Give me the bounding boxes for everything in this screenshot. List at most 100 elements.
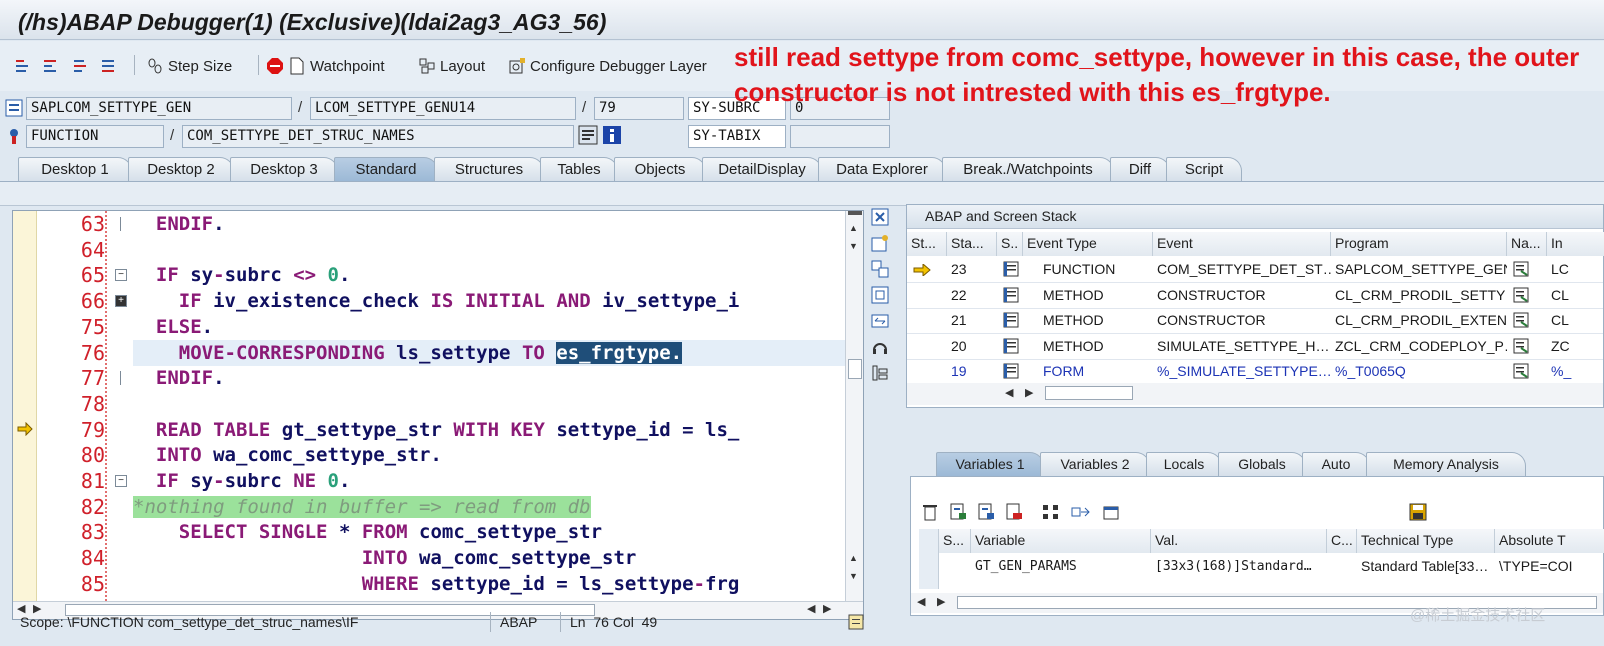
tab-structures[interactable]: Structures	[434, 157, 544, 181]
notes-icon[interactable]	[848, 614, 864, 633]
stack-row[interactable]: 20 METHOD SIMULATE_SETTYPE_H… ZCL_CRM_CODEP…	[907, 334, 1603, 359]
variables-column-header[interactable]: Variable	[971, 529, 1151, 553]
scroll-down-arrow-icon[interactable]: ▼	[849, 241, 858, 251]
save-icon[interactable]	[1409, 503, 1427, 524]
navigate-source-icon[interactable]	[1513, 287, 1531, 306]
scroll-right-arrow-icon[interactable]: ▶	[937, 595, 945, 608]
tab-script[interactable]: Script	[1166, 157, 1242, 181]
step-into-button[interactable]	[14, 55, 32, 77]
new-window-icon[interactable]	[1101, 503, 1121, 524]
variables-column-header[interactable]: Absolute T	[1495, 529, 1604, 553]
settings-tool-button[interactable]	[870, 363, 890, 383]
scroll-up-arrow-icon[interactable]: ▲	[849, 223, 858, 233]
variables-column-header[interactable]: Val.	[1151, 529, 1327, 553]
stack-column-header[interactable]: Event Type	[1023, 232, 1153, 256]
watchpoint-button[interactable]: Watchpoint	[266, 55, 384, 77]
editor-vertical-scrollbar[interactable]: ▲ ▼ ▲ ▼	[845, 211, 863, 601]
navigate-source-icon[interactable]	[1513, 363, 1531, 382]
scroll-left-arrow-icon[interactable]: ◀	[917, 595, 925, 608]
variables-row[interactable]: GT_GEN_PARAMS [33x3(168)]Standard… Standar…	[939, 554, 1603, 579]
include-field[interactable]: LCOM_SETTYPE_GENU14	[310, 97, 576, 120]
tab-detaildisplay[interactable]: DetailDisplay	[702, 157, 822, 181]
execute-button[interactable]	[42, 55, 60, 77]
continue-button[interactable]	[100, 55, 118, 77]
stack-column-header[interactable]: Program	[1331, 232, 1507, 256]
stack-row[interactable]: 22 METHOD CONSTRUCTOR CL_CRM_PRODIL_SETTY… C…	[907, 283, 1603, 308]
vartab-auto[interactable]: Auto	[1302, 452, 1370, 476]
tab-data-explorer[interactable]: Data Explorer	[818, 157, 946, 181]
tab-objects[interactable]: Objects	[614, 157, 706, 181]
import-icon[interactable]	[977, 503, 995, 524]
code-line[interactable]: 79 READ TABLE gt_settype_str WITH KEY se…	[13, 417, 847, 443]
vartab-variables-2[interactable]: Variables 2	[1040, 452, 1150, 476]
variables-column-header[interactable]: S...	[939, 529, 971, 553]
stack-column-header[interactable]: Sta...	[947, 232, 997, 256]
line-field[interactable]: 79	[594, 97, 684, 120]
code-line[interactable]: 75 ELSE.	[13, 314, 847, 340]
expand-icon[interactable]: +	[115, 295, 127, 308]
stack-row[interactable]: 23 FUNCTION COM_SETTYPE_DET_ST… SAPLCOM_SET…	[907, 257, 1603, 282]
stack-column-header[interactable]: In	[1547, 232, 1604, 256]
layout-button[interactable]: Layout	[418, 55, 485, 77]
horizontal-scroll-thumb[interactable]	[1045, 386, 1133, 400]
scroll-left-arrow-icon[interactable]: ◀	[1005, 386, 1013, 399]
collapse-icon[interactable]: −	[115, 475, 127, 487]
step-size-button[interactable]: Step Size	[146, 55, 232, 77]
row-selector-column[interactable]	[919, 529, 939, 589]
tab-break-watchpoints[interactable]: Break./Watchpoints	[942, 157, 1114, 181]
code-line[interactable]: 83 SELECT SINGLE * FROM comc_settype_str	[13, 519, 847, 545]
code-line[interactable]: 80 INTO wa_comc_settype_str.	[13, 442, 847, 468]
code-line[interactable]: 81 IF sy-subrc NE 0. −	[13, 468, 847, 494]
tab-desktop-3[interactable]: Desktop 3	[230, 157, 338, 181]
scroll-thumb[interactable]	[848, 359, 862, 379]
services-tool-button[interactable]	[870, 337, 890, 357]
code-line[interactable]: 66 IF iv_existence_check IS INITIAL AND …	[13, 288, 847, 314]
close-tool-button[interactable]	[870, 207, 890, 227]
tab-tables[interactable]: Tables	[540, 157, 618, 181]
stack-horizontal-scrollbar[interactable]: ◀ ▶	[907, 383, 1603, 405]
hierarchy-icon[interactable]	[1041, 503, 1061, 524]
navigate-source-icon[interactable]	[1513, 261, 1531, 280]
stack-row[interactable]: 21 METHOD CONSTRUCTOR CL_CRM_PRODIL_EXTEN… C…	[907, 308, 1603, 333]
collapse-icon[interactable]: −	[115, 269, 127, 282]
event-field[interactable]: COM_SETTYPE_DET_STRUC_NAMES	[182, 125, 574, 148]
vartab-globals[interactable]: Globals	[1218, 452, 1306, 476]
scroll-up-arrow-icon[interactable]: ▲	[849, 553, 858, 563]
navigate-source-icon[interactable]	[1513, 338, 1531, 357]
info-icon[interactable]	[602, 125, 622, 148]
new-tool-button[interactable]	[870, 233, 890, 253]
scroll-down-arrow-icon[interactable]: ▼	[849, 571, 858, 581]
vartab-memory-analysis[interactable]: Memory Analysis	[1366, 452, 1526, 476]
stack-column-header[interactable]: S..	[997, 232, 1023, 256]
code-line[interactable]: 77 ENDIF.	[13, 365, 847, 391]
vartab-variables-1[interactable]: Variables 1	[936, 452, 1044, 476]
code-line[interactable]: 76 MOVE-CORRESPONDING ls_settype TO es_f…	[13, 339, 847, 366]
delete-icon[interactable]	[921, 503, 939, 524]
stack-column-header[interactable]: Na...	[1507, 232, 1547, 256]
code-line[interactable]: 82 *nothing found in buffer => read from …	[13, 494, 847, 520]
display-source-button[interactable]	[578, 125, 598, 148]
swap-tool-button[interactable]	[870, 311, 890, 331]
navigate-icon[interactable]	[1071, 503, 1091, 524]
variables-column-header[interactable]: Technical Type	[1357, 529, 1495, 553]
variables-column-header[interactable]: C...	[1327, 529, 1357, 553]
vartab-locals[interactable]: Locals	[1146, 452, 1222, 476]
scroll-right-arrow-icon[interactable]: ▶	[1025, 386, 1033, 399]
return-button[interactable]	[72, 55, 90, 77]
code-line[interactable]: 64	[13, 237, 847, 263]
event-type-field[interactable]: FUNCTION	[26, 125, 164, 148]
stack-column-header[interactable]: Event	[1153, 232, 1331, 256]
clear-icon[interactable]	[1005, 503, 1023, 524]
stack-row[interactable]: 19 FORM %_SIMULATE_SETTYPE… %_T0065Q %_	[907, 359, 1603, 384]
export-icon[interactable]	[949, 503, 967, 524]
source-code-editor[interactable]: 63 ENDIF. 64 65 IF sy-subrc <> 0. −66 IF iv…	[12, 210, 864, 620]
tab-desktop-2[interactable]: Desktop 2	[128, 157, 234, 181]
code-line[interactable]: 78	[13, 391, 847, 417]
code-line[interactable]: 63 ENDIF.	[13, 211, 847, 237]
replace-tool-button[interactable]	[870, 259, 890, 279]
navigate-source-icon[interactable]	[1513, 312, 1531, 331]
tab-diff[interactable]: Diff	[1110, 157, 1170, 181]
tab-desktop-1[interactable]: Desktop 1	[18, 157, 132, 181]
code-line[interactable]: 84 INTO wa_comc_settype_str	[13, 545, 847, 571]
maximize-tool-button[interactable]	[870, 285, 890, 305]
